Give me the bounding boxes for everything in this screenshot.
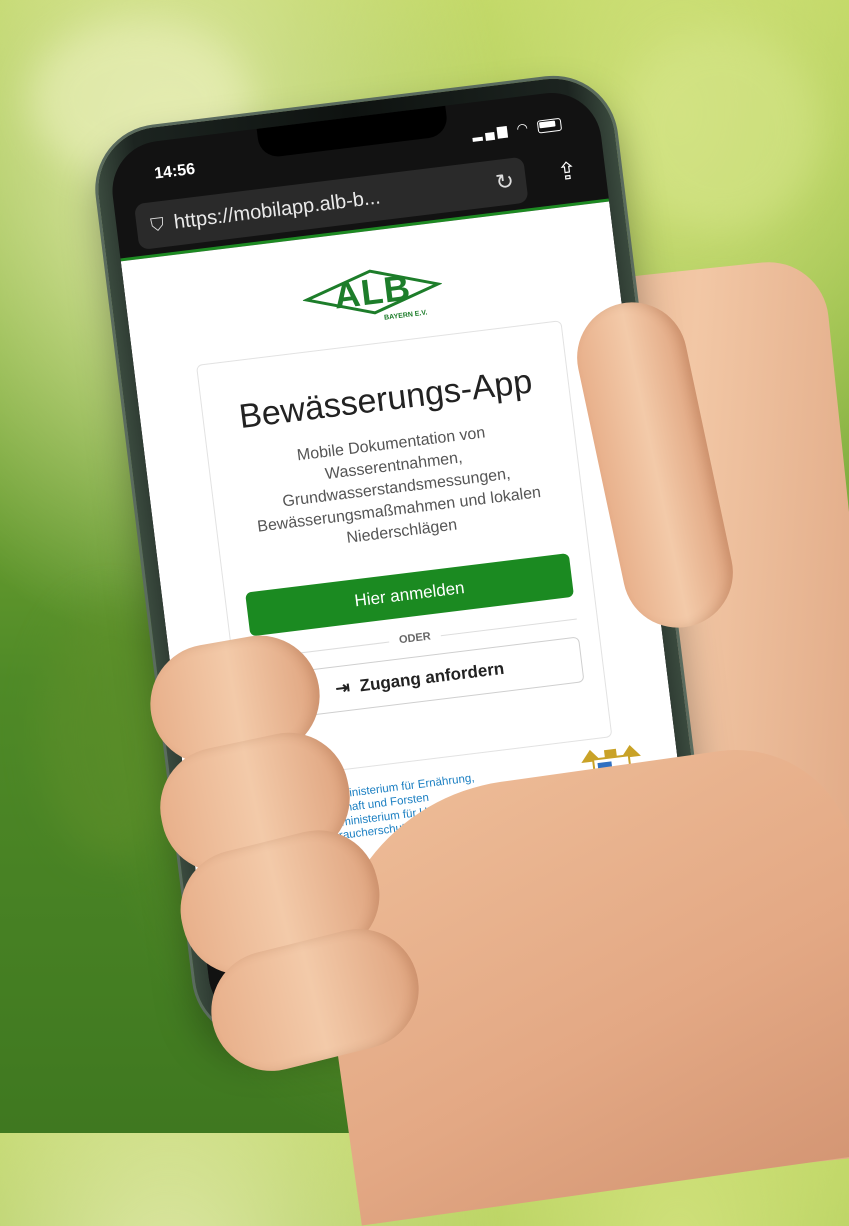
status-icons: ▂▄▆ ◠ xyxy=(471,116,563,143)
shield-icon[interactable]: ⛉ xyxy=(149,213,165,235)
request-access-label: Zugang anfordern xyxy=(358,659,506,696)
separator-rule xyxy=(440,618,577,636)
login-enter-icon: ⇥ xyxy=(334,677,351,699)
alb-logo: ALB BAYERN E.V. xyxy=(300,259,445,326)
wifi-icon: ◠ xyxy=(515,119,532,137)
status-time: 14:56 xyxy=(153,160,197,183)
app-description: Mobile Dokumentation von Wasserentnahmen… xyxy=(256,424,542,548)
reload-icon[interactable]: ↻ xyxy=(494,168,515,196)
share-icon[interactable]: ⇪ xyxy=(555,156,579,187)
battery-icon xyxy=(536,117,563,134)
signal-icon: ▂▄▆ xyxy=(471,122,511,142)
background-blur xyxy=(620,30,820,230)
separator-label: ODER xyxy=(398,630,432,647)
